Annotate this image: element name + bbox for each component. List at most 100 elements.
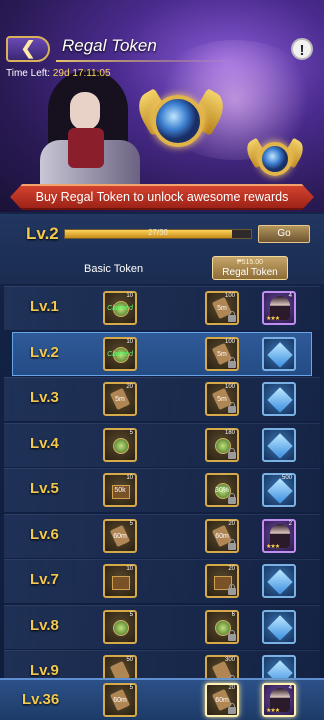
- lock-icon: [228, 356, 236, 368]
- regal-medal-small-icon: [258, 142, 292, 176]
- reward-amount: 60m: [113, 532, 127, 540]
- reward-count: 20: [126, 384, 133, 390]
- reward-count: 180: [224, 429, 235, 436]
- reward-count: 6: [231, 611, 235, 618]
- reward-item[interactable]: 4 ★★★: [262, 291, 296, 325]
- reward-row[interactable]: Lv.7 10 20: [0, 559, 324, 603]
- reward-count: 50: [126, 657, 133, 663]
- reward-item[interactable]: 100 5m: [205, 291, 239, 325]
- reward-row[interactable]: Lv.9 50 300: [0, 650, 324, 678]
- reward-item[interactable]: [262, 336, 296, 371]
- reward-count: 10: [126, 566, 133, 572]
- chest-icon: [112, 576, 130, 590]
- gem-icon: [267, 341, 293, 368]
- reward-item[interactable]: 100 5m: [205, 382, 239, 416]
- reward-count: 10: [126, 475, 133, 481]
- go-button[interactable]: Go: [258, 225, 310, 243]
- reward-count: 100: [224, 338, 235, 345]
- reward-count: 100: [224, 384, 235, 390]
- claimed-label: Claimed: [107, 350, 133, 358]
- reward-item[interactable]: 20 60m: [205, 683, 239, 717]
- claimed-label: Claimed: [107, 305, 133, 312]
- reward-item[interactable]: 4 ★★★: [262, 683, 296, 717]
- reward-count: 5: [129, 520, 133, 527]
- reward-item[interactable]: 180: [205, 427, 239, 462]
- reward-count: 10: [126, 338, 133, 345]
- lock-icon: [228, 629, 236, 641]
- reward-item[interactable]: 5: [103, 609, 137, 644]
- info-button[interactable]: !: [291, 38, 313, 60]
- reward-item[interactable]: [262, 564, 296, 598]
- xp-progress-text: 27/30: [147, 228, 169, 237]
- buy-regal-token-button[interactable]: ₱515.00 Regal Token: [212, 256, 288, 280]
- gem-icon: [267, 387, 293, 413]
- gem-icon: [267, 569, 293, 595]
- reward-item[interactable]: [262, 382, 296, 416]
- reward-item[interactable]: 10: [103, 564, 137, 598]
- reward-count: 5: [129, 429, 133, 436]
- lock-icon: [228, 493, 236, 504]
- reward-item[interactable]: 20 60m: [205, 518, 239, 553]
- reward-amount: 50k: [114, 487, 126, 494]
- time-left: Time Left: 29d 17:11:05: [6, 68, 111, 79]
- coin-icon: [113, 619, 129, 636]
- reward-item[interactable]: 10 Claimed: [103, 336, 137, 371]
- row-level: Lv.9: [30, 662, 59, 678]
- title-underline: [56, 60, 236, 62]
- reward-row[interactable]: Lv.5 10 50k 30% 500: [0, 468, 324, 512]
- row-level: Lv.4: [30, 434, 59, 452]
- reward-item[interactable]: 5: [103, 427, 137, 462]
- scroll-icon: [109, 660, 131, 678]
- star-rating: ★★★: [266, 316, 280, 322]
- time-left-label: Time Left:: [6, 68, 51, 79]
- reward-item[interactable]: 20: [205, 564, 239, 598]
- reward-count: 20: [228, 685, 235, 691]
- reward-count: 5: [129, 685, 133, 691]
- basic-token-header: Basic Token: [84, 263, 144, 275]
- next-milestone-bar: Lv.36 5 60m 20 60m 4 ★★★: [0, 678, 324, 720]
- page-title: Regal Token: [62, 36, 157, 55]
- reward-row[interactable]: Lv.2 10 Claimed 100 5m: [0, 331, 324, 376]
- regal-price: ₱515.00: [236, 259, 264, 266]
- reward-item[interactable]: 5 60m: [103, 518, 137, 553]
- reward-row[interactable]: Lv.8 5 6: [0, 604, 324, 649]
- reward-item[interactable]: [262, 609, 296, 644]
- row-level: Lv.6: [30, 525, 59, 543]
- star-rating: ★★★: [266, 708, 280, 714]
- current-level: Lv.2: [26, 224, 59, 243]
- milestone-level: Lv.36: [22, 691, 60, 708]
- row-level: Lv.1: [30, 298, 59, 315]
- reward-item[interactable]: 30%: [205, 473, 239, 507]
- reward-row[interactable]: Lv.6 5 60m 20 60m 2 ★★★: [0, 513, 324, 558]
- row-level: Lv.2: [30, 343, 59, 361]
- regal-token-screen: ❮ Regal Token ! Time Left: 29d 17:11:05 …: [0, 0, 324, 720]
- hero-banner: ❮ Regal Token ! Time Left: 29d 17:11:05 …: [0, 0, 324, 212]
- reward-item[interactable]: 10 Claimed: [103, 291, 137, 325]
- reward-row[interactable]: Lv.3 20 5m 100 5m: [0, 377, 324, 421]
- reward-item[interactable]: 5 60m: [103, 683, 137, 717]
- back-button[interactable]: ❮: [6, 36, 50, 62]
- reward-item[interactable]: 50: [103, 655, 137, 678]
- row-level: Lv.8: [30, 616, 59, 634]
- lock-icon: [228, 447, 236, 459]
- reward-item[interactable]: 10 50k: [103, 473, 137, 507]
- gem-icon: [267, 478, 293, 504]
- regal-token-label: Regal Token: [222, 267, 278, 278]
- reward-row[interactable]: Lv.1 10 Claimed 100 5m 4 ★★★: [0, 286, 324, 330]
- time-left-value: 29d 17:11:05: [52, 68, 111, 79]
- reward-item[interactable]: [262, 427, 296, 462]
- reward-item[interactable]: [262, 655, 296, 678]
- reward-item[interactable]: 300: [205, 655, 239, 678]
- reward-item[interactable]: 6: [205, 609, 239, 644]
- reward-list[interactable]: Lv.1 10 Claimed 100 5m 4 ★★★ Lv.2 10 Claimed 100 5m…: [0, 286, 324, 678]
- reward-item[interactable]: 500: [262, 473, 296, 507]
- row-level: Lv.3: [30, 389, 59, 406]
- reward-count: 2: [288, 520, 292, 527]
- lock-icon: [228, 538, 236, 550]
- reward-row[interactable]: Lv.4 5 180: [0, 422, 324, 467]
- reward-count: 100: [224, 293, 235, 299]
- reward-count: 20: [228, 520, 235, 527]
- reward-item[interactable]: 2 ★★★: [262, 518, 296, 553]
- reward-item[interactable]: 100 5m: [205, 336, 239, 371]
- reward-item[interactable]: 20 5m: [103, 382, 137, 416]
